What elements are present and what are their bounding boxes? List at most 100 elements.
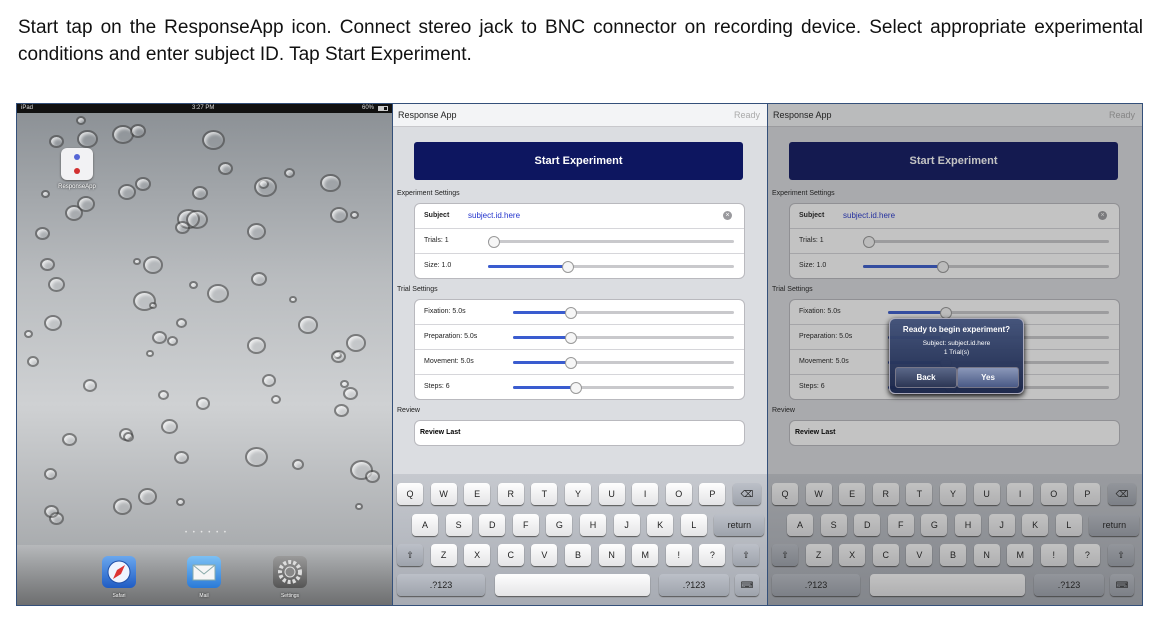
settings-gear-icon[interactable] (273, 556, 307, 588)
experiment-settings-group: Subject subject.id.here × Trials: 1 Size… (414, 203, 745, 279)
slider-thumb[interactable] (565, 357, 578, 369)
ipad-home-screen: iPad 3:27 PM 60% ResponseApp • • • • • •… (16, 103, 393, 606)
preparation-label: Preparation: 5.0s (424, 333, 478, 340)
key-g[interactable]: G (546, 514, 573, 536)
key-h[interactable]: H (580, 514, 606, 536)
key-t[interactable]: T (531, 483, 558, 505)
key-f[interactable]: F (512, 514, 539, 536)
key-p[interactable]: P (699, 483, 726, 505)
dialog-title: Ready to begin experiment? (902, 325, 1011, 334)
key-q[interactable]: Q (397, 483, 423, 505)
raindrop (176, 498, 185, 507)
dialog-back-button[interactable]: Back (895, 367, 957, 388)
key-u[interactable]: U (598, 483, 625, 505)
key-n[interactable]: N (598, 544, 625, 566)
fixation-slider[interactable] (513, 307, 734, 319)
shift-key[interactable]: ⇧ (733, 544, 759, 566)
slider-thumb[interactable] (565, 332, 578, 344)
movement-slider[interactable] (513, 357, 734, 369)
key-question[interactable]: ? (699, 544, 726, 566)
raindrop (76, 116, 86, 126)
slider-thumb[interactable] (565, 307, 578, 319)
shift-key[interactable]: ⇧ (397, 544, 423, 566)
raindrop (207, 284, 229, 304)
raindrop (161, 419, 178, 435)
trials-slider[interactable] (487, 236, 734, 248)
key-v[interactable]: V (531, 544, 558, 566)
response-app-confirm-screen: Response App Ready Start Experiment Expe… (767, 103, 1143, 606)
review-last-label: Review Last (420, 429, 461, 436)
raindrop (202, 130, 225, 151)
start-experiment-button[interactable]: Start Experiment (414, 142, 743, 180)
fixation-row: Fixation: 5.0s (415, 300, 744, 325)
key-exclamation[interactable]: ! (665, 544, 692, 566)
subject-row[interactable]: Subject subject.id.here × (415, 204, 744, 229)
key-o[interactable]: O (665, 483, 692, 505)
raindrop (158, 390, 169, 400)
clock: 3:27 PM (192, 105, 215, 111)
safari-compass-icon[interactable] (102, 556, 136, 588)
raindrop (343, 387, 358, 401)
raindrop (44, 315, 62, 331)
key-s[interactable]: S (445, 514, 472, 536)
key-y[interactable]: Y (565, 483, 591, 505)
backspace-key[interactable]: ⌫ (733, 483, 761, 505)
key-b[interactable]: B (565, 544, 591, 566)
key-e[interactable]: E (464, 483, 491, 505)
subject-label: Subject (424, 212, 450, 219)
movement-row: Movement: 5.0s (415, 350, 744, 375)
size-row: Size: 1.0 (415, 254, 744, 278)
app-navigation-bar: Response App Ready (393, 104, 767, 127)
space-key[interactable] (495, 574, 650, 596)
key-w[interactable]: W (430, 483, 457, 505)
slider-thumb[interactable] (561, 261, 574, 273)
raindrop (135, 177, 151, 192)
numbers-key[interactable]: .?123 (397, 574, 485, 596)
raindrop (350, 211, 359, 220)
dialog-yes-button[interactable]: Yes (957, 367, 1019, 388)
key-x[interactable]: X (464, 544, 491, 566)
slider-thumb[interactable] (487, 236, 500, 248)
key-k[interactable]: K (647, 514, 674, 536)
mail-envelope-icon[interactable] (187, 556, 221, 588)
steps-slider[interactable] (513, 382, 734, 394)
raindrop (123, 432, 134, 442)
confirm-dialog: Ready to begin experiment? Subject: subje… (889, 318, 1024, 394)
raindrop (41, 190, 50, 199)
key-r[interactable]: R (497, 483, 524, 505)
raindrop (254, 177, 277, 198)
battery-percent: 60% (361, 105, 374, 111)
key-z[interactable]: Z (430, 544, 457, 566)
key-c[interactable]: C (497, 544, 524, 566)
raindrop (175, 221, 190, 235)
raindrop (35, 227, 50, 241)
return-key[interactable]: return (714, 514, 765, 536)
raindrop (143, 256, 163, 274)
movement-label: Movement: 5.0s (424, 358, 474, 365)
status-bar: iPad 3:27 PM 60% (17, 104, 392, 113)
hide-keyboard-icon[interactable]: ⌨ (735, 574, 759, 596)
raindrop (284, 168, 295, 178)
raindrop (251, 272, 267, 287)
key-a[interactable]: A (412, 514, 438, 536)
raindrop (149, 302, 157, 310)
clear-icon[interactable]: × (723, 211, 732, 220)
preparation-slider[interactable] (513, 332, 734, 344)
safari-label: Safari (112, 593, 126, 599)
numbers-key-right[interactable]: .?123 (659, 574, 729, 596)
slider-thumb[interactable] (569, 382, 582, 394)
subject-field[interactable]: subject.id.here (468, 211, 520, 220)
key-d[interactable]: D (479, 514, 506, 536)
key-j[interactable]: J (613, 514, 640, 536)
size-slider[interactable] (488, 261, 734, 273)
responseapp-icon[interactable] (61, 148, 93, 180)
trial-settings-header: Trial Settings (397, 286, 438, 293)
raindrop (218, 162, 233, 176)
key-l[interactable]: L (680, 514, 707, 536)
key-i[interactable]: I (632, 483, 659, 505)
raindrop (113, 498, 132, 515)
key-m[interactable]: M (632, 544, 659, 566)
app-title: Response App (398, 110, 457, 120)
raindrop (133, 258, 141, 266)
review-last-button[interactable]: Review Last (414, 420, 745, 446)
